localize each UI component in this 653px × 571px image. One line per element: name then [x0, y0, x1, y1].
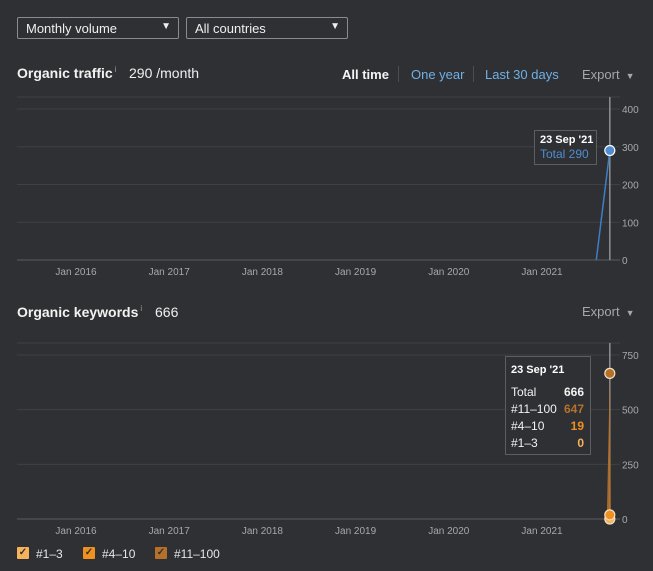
y-tick-label: 500: [622, 406, 639, 417]
y-tick-label: 750: [622, 351, 639, 362]
range-separator: [473, 66, 474, 82]
traffic-series-line: [595, 150, 611, 261]
keywords-export-label: Export: [582, 304, 620, 319]
checkbox-icon[interactable]: ✓: [155, 547, 167, 559]
range-one-year[interactable]: One year: [411, 67, 464, 82]
range-all-time[interactable]: All time: [342, 67, 389, 82]
organic-traffic-title: Organic traffic i: [17, 65, 116, 81]
organic-traffic-value: 290 /month: [129, 65, 200, 81]
legend-label: #4–10: [102, 547, 136, 561]
y-tick-label: 400: [622, 105, 639, 116]
tooltip-row-value: 647: [563, 402, 584, 416]
y-tick-label: 0: [622, 256, 628, 267]
chevron-down-icon: ▼: [161, 21, 171, 32]
tooltip-row-label: Total: [511, 385, 537, 399]
traffic-tooltip: 23 Sep '21 Total 290: [534, 130, 597, 165]
info-icon[interactable]: i: [115, 65, 117, 74]
y-tick-label: 0: [622, 515, 628, 526]
tooltip-row-label: #4–10: [511, 419, 545, 433]
monthly-volume-label: Monthly volume: [26, 21, 118, 36]
traffic-tooltip-date: 23 Sep '21: [540, 134, 594, 146]
x-tick-label: Jan 2019: [335, 267, 377, 278]
x-tick-label: Jan 2017: [149, 267, 191, 278]
tooltip-row: Total 666: [511, 385, 590, 402]
chevron-down-icon: ▼: [625, 308, 635, 318]
traffic-export-button[interactable]: Export ▼: [582, 67, 635, 82]
legend-label: #11–100: [174, 547, 220, 561]
y-tick-label: 250: [622, 460, 639, 471]
monthly-volume-dropdown[interactable]: Monthly volume ▼: [17, 17, 179, 39]
traffic-data-point: [604, 144, 616, 157]
x-tick-label: Jan 2021: [521, 267, 563, 278]
tooltip-row-value: 666: [563, 385, 584, 399]
traffic-tooltip-total: Total 290: [540, 147, 589, 161]
range-last-30-days[interactable]: Last 30 days: [485, 67, 559, 82]
x-tick-label: Jan 2017: [149, 526, 191, 537]
keywords-tooltip-date: 23 Sep '21: [511, 364, 565, 376]
keywords-data-point: [604, 367, 616, 379]
organic-traffic-title-text: Organic traffic: [17, 65, 113, 81]
legend-label: #1–3: [36, 547, 63, 561]
checkbox-icon[interactable]: ✓: [17, 547, 29, 559]
chevron-down-icon: ▼: [625, 71, 635, 81]
x-tick-label: Jan 2021: [521, 526, 563, 537]
organic-keywords-title-text: Organic keywords: [17, 304, 139, 320]
organic-keywords-value: 666: [155, 304, 179, 320]
keywords-tooltip-rows: Total 666 #11–100 647 #4–10 19 #1–3 0: [511, 385, 590, 453]
tooltip-row-label: #1–3: [511, 436, 538, 450]
info-icon[interactable]: i: [140, 304, 142, 313]
x-tick-label: Jan 2018: [242, 526, 284, 537]
chevron-down-icon: ▼: [330, 21, 340, 32]
y-tick-label: 200: [622, 181, 639, 192]
organic-traffic-chart[interactable]: 0 100 200 300 400 Jan 2016 Jan 2017 Jan 2018 Jan…: [0, 90, 653, 285]
x-tick-label: Jan 2020: [428, 267, 470, 278]
traffic-export-label: Export: [582, 67, 620, 82]
tooltip-row: #11–100 647: [511, 402, 590, 419]
tooltip-row-value: 0: [577, 436, 584, 450]
keywords-tooltip: 23 Sep '21 Total 666 #11–100 647 #4–10 19 #1–3…: [505, 356, 591, 455]
y-tick-label: 100: [622, 218, 639, 229]
keywords-data-point: [604, 509, 616, 521]
x-tick-label: Jan 2020: [428, 526, 470, 537]
tooltip-row-label: #11–100: [511, 402, 557, 416]
country-label: All countries: [195, 21, 266, 36]
tooltip-row: #4–10 19: [511, 419, 590, 436]
x-tick-label: Jan 2016: [55, 267, 97, 278]
keywords-export-button[interactable]: Export ▼: [582, 304, 635, 319]
tooltip-row-value: 19: [570, 419, 584, 433]
x-tick-label: Jan 2016: [55, 526, 97, 537]
tooltip-row: #1–3 0: [511, 436, 590, 453]
x-tick-label: Jan 2018: [242, 267, 284, 278]
country-dropdown[interactable]: All countries ▼: [186, 17, 348, 39]
organic-keywords-title: Organic keywords i: [17, 304, 142, 320]
y-tick-label: 300: [622, 143, 639, 154]
x-tick-label: Jan 2019: [335, 526, 377, 537]
range-separator: [398, 66, 399, 82]
checkbox-icon[interactable]: ✓: [83, 547, 95, 559]
